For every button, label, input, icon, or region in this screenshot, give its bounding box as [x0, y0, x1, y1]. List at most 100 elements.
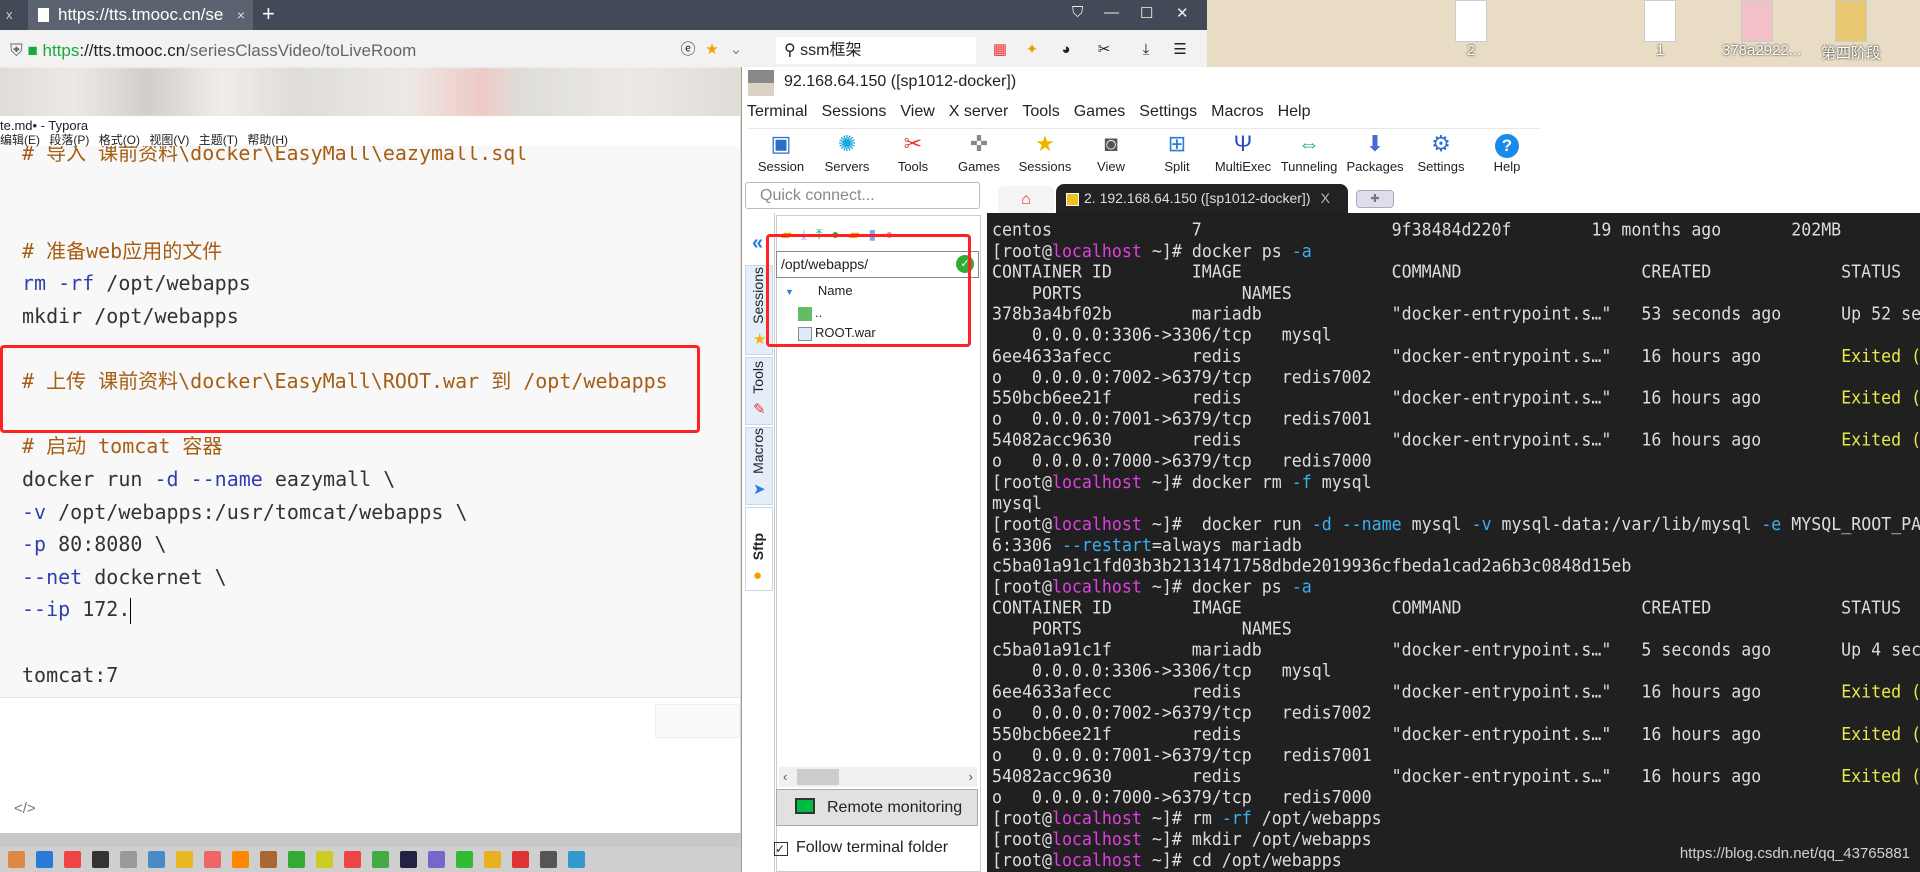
- toolbar-tools-button[interactable]: ✂ Tools: [880, 129, 946, 174]
- download-icon[interactable]: ⤓: [1138, 42, 1154, 58]
- taskbar-app-icon[interactable]: [372, 851, 389, 868]
- minimize-button[interactable]: —: [1104, 4, 1119, 21]
- menu-item[interactable]: 主题(T): [199, 133, 238, 147]
- taskbar-app-icon[interactable]: [456, 851, 473, 868]
- chevron-down-icon[interactable]: ⌄: [728, 42, 744, 58]
- toolbar-settings-button[interactable]: ⚙ Settings: [1408, 129, 1474, 174]
- toolbar-tunneling-button[interactable]: ⇔ Tunneling: [1276, 129, 1342, 174]
- toolbar-view-button[interactable]: ◙ View: [1078, 129, 1144, 174]
- tyl: -v /opt/webapps:/usr/tomcat/webapps \: [22, 496, 668, 529]
- terminal[interactable]: centos 7 9f38484d220f 19 months ago 202M…: [987, 213, 1920, 872]
- skin-icon[interactable]: ⛉: [1072, 4, 1083, 21]
- menu-item[interactable]: Settings: [1139, 100, 1197, 124]
- tab-sftp[interactable]: Sftp ●: [745, 507, 773, 591]
- toolbar: ▣ Session ✺ Servers ✂ Tools ✜ Games ★ Sessions ◙ Vi…: [748, 128, 1540, 174]
- text-segment: tomcat:7: [22, 662, 119, 687]
- remote-monitoring-button[interactable]: Remote monitoring: [776, 789, 978, 826]
- tyl: [22, 626, 668, 659]
- scissors-icon[interactable]: ✂: [1096, 42, 1112, 58]
- home-tab[interactable]: ⌂: [998, 186, 1054, 213]
- taskbar-app-icon[interactable]: [428, 851, 445, 868]
- scrollbar-thumb[interactable]: [797, 769, 839, 785]
- search-input[interactable]: ⚲ ssm框架: [776, 37, 976, 64]
- browser-tab[interactable]: https://tts.tmooc.cn/se ×: [28, 0, 253, 30]
- quick-connect-input[interactable]: Quick connect...: [745, 182, 980, 209]
- taskbar-app-icon[interactable]: [204, 851, 221, 868]
- toolbar-label: Sessions: [1018, 159, 1072, 174]
- ie-mode-icon[interactable]: ⓔ: [680, 42, 696, 58]
- toolbar-help-button[interactable]: ? Help: [1474, 129, 1540, 174]
- menu-item[interactable]: Tools: [1022, 100, 1059, 124]
- toolbar-sessions-button[interactable]: ★ Sessions: [1012, 129, 1078, 174]
- extension-icon[interactable]: ✦: [1024, 42, 1040, 58]
- desktop-icon[interactable]: 1: [1625, 0, 1695, 59]
- maximize-button[interactable]: ☐: [1140, 4, 1153, 22]
- menu-item[interactable]: Games: [1074, 100, 1126, 124]
- taskbar-app-icon[interactable]: [120, 851, 137, 868]
- toolbar-servers-button[interactable]: ✺ Servers: [814, 129, 880, 174]
- taskbar-app-icon[interactable]: [512, 851, 529, 868]
- toolbar-session-button[interactable]: ▣ Session: [748, 129, 814, 174]
- tyl: tomcat:7: [22, 659, 668, 692]
- terminal-line: 0.0.0.0:3306->3306/tcp mysql: [992, 661, 1920, 682]
- close-button[interactable]: ✕: [1176, 4, 1189, 22]
- taskbar-app-icon[interactable]: [92, 851, 109, 868]
- taskbar-app-icon[interactable]: [400, 851, 417, 868]
- taskbar-app-icon[interactable]: [344, 851, 361, 868]
- taskbar-app-icon[interactable]: [232, 851, 249, 868]
- checkbox[interactable]: ✓: [774, 842, 788, 856]
- menu-item[interactable]: 格式(O): [99, 133, 140, 147]
- menu-icon[interactable]: ☰: [1172, 42, 1188, 58]
- toolbar-multiexec-button[interactable]: Ψ MultiExec: [1210, 129, 1276, 174]
- menu-item[interactable]: 帮助(H): [247, 133, 288, 147]
- close-tab-icon[interactable]: X: [1321, 184, 1330, 213]
- terminal-line: 6:3306 --restart=always mariadb: [992, 535, 1920, 556]
- toolbar-split-button[interactable]: ⊞ Split: [1144, 129, 1210, 174]
- terminal-line: c5ba01a91c1f mariadb "docker-entrypoint.…: [992, 640, 1920, 661]
- toolbar-label: Games: [958, 159, 1000, 174]
- text-segment: Exited (: [1841, 387, 1920, 408]
- taskbar-app-icon[interactable]: [64, 851, 81, 868]
- session-tab[interactable]: 2. 192.168.64.150 ([sp1012-docker]) X: [1056, 184, 1348, 213]
- taskbar-app-icon[interactable]: [540, 851, 557, 868]
- desktop-icon[interactable]: 2: [1436, 0, 1506, 59]
- menu-item[interactable]: Help: [1278, 100, 1311, 124]
- follow-terminal-folder-checkbox[interactable]: ✓ Follow terminal folder: [774, 838, 948, 858]
- toolbar-games-button[interactable]: ✜ Games: [946, 129, 1012, 174]
- collapse-icon[interactable]: «: [752, 232, 763, 255]
- close-tab-icon[interactable]: x: [6, 0, 13, 30]
- horizontal-scrollbar[interactable]: ‹ ›: [779, 767, 977, 787]
- taskbar-app-icon[interactable]: [568, 851, 585, 868]
- tab-macros[interactable]: Macros ➤: [745, 427, 773, 505]
- desktop-icon[interactable]: 第四阶段: [1816, 0, 1886, 63]
- toolbar-packages-button[interactable]: ⬇ Packages: [1342, 129, 1408, 174]
- taskbar-app-icon[interactable]: [316, 851, 333, 868]
- menu-item[interactable]: Terminal: [747, 100, 807, 124]
- taskbar-app-icon[interactable]: [288, 851, 305, 868]
- extension-icon[interactable]: ◕: [1058, 42, 1074, 58]
- text-segment: [root@: [992, 807, 1052, 828]
- menu-item[interactable]: X server: [949, 100, 1009, 124]
- menu-item[interactable]: 段落(P): [49, 133, 89, 147]
- source-code-icon[interactable]: </>: [14, 800, 36, 817]
- send-icon: ➤: [753, 481, 766, 498]
- new-tab-button[interactable]: +: [262, 0, 275, 28]
- taskbar-app-icon[interactable]: [8, 851, 25, 868]
- taskbar-app-icon[interactable]: [260, 851, 277, 868]
- menu-item[interactable]: 编辑(E): [0, 133, 40, 147]
- menu-item[interactable]: Sessions: [821, 100, 886, 124]
- taskbar-app-icon[interactable]: [148, 851, 165, 868]
- taskbar-app-icon[interactable]: [484, 851, 501, 868]
- new-tab-button[interactable]: ✚: [1356, 190, 1394, 208]
- address-bar[interactable]: ⛨ ■ https://tts.tmooc.cn/seriesClassVide…: [10, 37, 760, 64]
- apps-icon[interactable]: ▦: [992, 42, 1008, 58]
- tab-tools[interactable]: Tools ✎: [745, 357, 773, 425]
- taskbar-app-icon[interactable]: [36, 851, 53, 868]
- close-tab-icon[interactable]: ×: [237, 0, 245, 30]
- menu-item[interactable]: 视图(V): [149, 133, 189, 147]
- menu-item[interactable]: View: [900, 100, 934, 124]
- menu-item[interactable]: Macros: [1211, 100, 1263, 124]
- taskbar-app-icon[interactable]: [176, 851, 193, 868]
- star-icon[interactable]: ★: [704, 42, 720, 58]
- desktop-icon[interactable]: 378a2922...: [1722, 0, 1801, 59]
